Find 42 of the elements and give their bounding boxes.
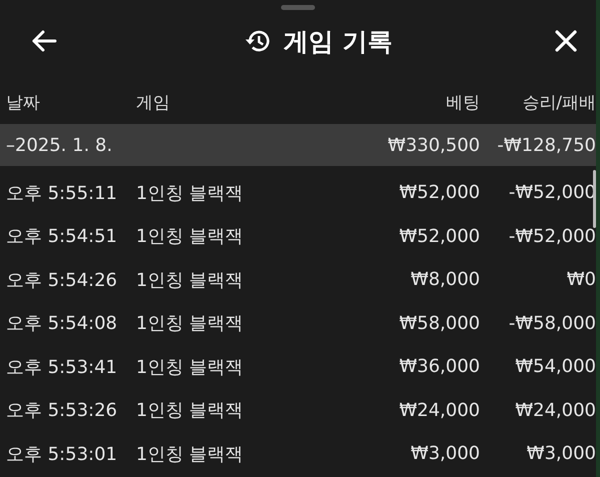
close-icon <box>554 29 578 53</box>
table-cell-text: -₩52,000 <box>508 226 596 247</box>
table-cell-text: 1인칭 블랙잭 <box>136 182 244 205</box>
history-icon <box>244 28 272 54</box>
back-arrow-icon <box>30 29 58 53</box>
table-cell-text: 오후 5:53:01 <box>6 442 118 466</box>
table-cell-text: ₩3,000 <box>526 443 596 464</box>
table-cell-text: ₩36,000 <box>398 356 480 378</box>
group-bet-total: ₩330,500 <box>386 134 480 156</box>
table-cell-text: 1인칭 블랙잭 <box>136 312 244 336</box>
table-cell-text: 1인칭 블랙잭 <box>136 225 244 248</box>
table-cell-text: 오후 5:53:41 <box>6 356 118 379</box>
table-cell-text: 1인칭 블랙잭 <box>136 399 244 422</box>
table-cell-text: ₩58,000 <box>398 312 480 334</box>
column-header: 날짜 <box>6 92 41 114</box>
table-cell-text: 오후 5:54:08 <box>6 312 118 336</box>
table-cell-text: ₩0 <box>566 269 596 290</box>
table-cell-text: 오후 5:55:11 <box>6 182 118 205</box>
table-cell-text: ₩8,000 <box>410 269 480 290</box>
table-cell-text: ₩52,000 <box>398 226 480 247</box>
scrollbar[interactable] <box>593 170 596 228</box>
table-cell-text: 오후 5:53:26 <box>6 399 118 422</box>
date-group-row[interactable]: –2025. 1. 8. ₩330,500 -₩128,750 <box>0 124 596 166</box>
table-cell-text: ₩24,000 <box>398 400 480 421</box>
table-cell-text: -₩52,000 <box>508 182 596 204</box>
group-result-total: -₩128,750 <box>496 134 596 156</box>
table-cell-text: 1인칭 블랙잭 <box>136 268 244 292</box>
group-date: –2025. 1. 8. <box>6 134 114 156</box>
table-cell-text: ₩3,000 <box>410 443 480 464</box>
table-cell-text: 오후 5:54:26 <box>6 268 118 292</box>
column-header: 게임 <box>136 92 171 114</box>
table-cell-text: ₩54,000 <box>514 356 596 378</box>
table-cell-text: 1인칭 블랙잭 <box>136 356 244 379</box>
table-cell-text: 1인칭 블랙잭 <box>136 442 244 466</box>
column-header: 승리/패배 <box>521 92 596 114</box>
table-cell-text: ₩24,000 <box>514 400 596 421</box>
table-cell-text: ₩52,000 <box>398 182 480 204</box>
table-cell-text: 오후 5:54:51 <box>6 225 118 248</box>
table-cell-text: -₩58,000 <box>508 312 596 334</box>
window-title: 게임 기록 <box>284 26 392 58</box>
column-header: 베팅 <box>445 92 480 114</box>
drag-handle[interactable] <box>281 5 315 10</box>
